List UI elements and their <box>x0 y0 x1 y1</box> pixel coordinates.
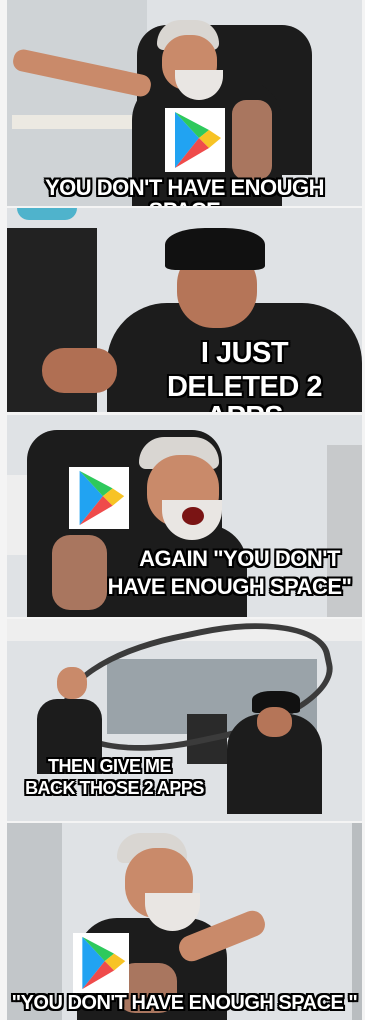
door-frame <box>7 823 62 1020</box>
panel-3: AGAIN "YOU DON'T HAVE ENOUGH SPACE" <box>7 415 362 617</box>
caption-5: "YOU DON'T HAVE ENOUGH SPACE " <box>11 992 358 1014</box>
meme-image: YOU DON'T HAVE ENOUGH SPACE I JUST DELET… <box>0 0 365 1020</box>
black-cap <box>165 228 265 270</box>
caption-3-line-1: AGAIN "YOU DON'T <box>139 546 340 571</box>
panel-5: "YOU DON'T HAVE ENOUGH SPACE " <box>7 823 362 1020</box>
panel-1: YOU DON'T HAVE ENOUGH SPACE <box>7 0 362 206</box>
tattooed-arm <box>232 100 272 180</box>
tattooed-arm <box>52 535 107 610</box>
panel-4: THEN GIVE ME BACK THOSE 2 APPS <box>7 619 362 821</box>
desk <box>12 115 147 129</box>
caption-4-line-2: BACK THOSE 2 APPS <box>25 778 204 798</box>
clenched-fist <box>42 348 117 393</box>
man-face <box>57 667 87 699</box>
caption-4-line-1: THEN GIVE ME <box>47 756 172 776</box>
panel-2: I JUST DELETED 2 APPS <box>7 208 362 412</box>
blue-bowl <box>17 208 77 220</box>
caption-2-line-1: I JUST <box>200 337 289 369</box>
google-play-icon <box>69 467 129 529</box>
google-play-icon <box>73 933 129 993</box>
shouting-mouth <box>182 507 204 525</box>
google-play-icon <box>165 108 225 172</box>
son-face <box>257 707 292 737</box>
caption-2-line-2: DELETED 2 APPS <box>166 371 323 412</box>
door-edge <box>352 823 362 1020</box>
caption-3-line-2: HAVE ENOUGH SPACE" <box>107 574 352 599</box>
caption-1: YOU DON'T HAVE ENOUGH SPACE <box>44 175 325 206</box>
